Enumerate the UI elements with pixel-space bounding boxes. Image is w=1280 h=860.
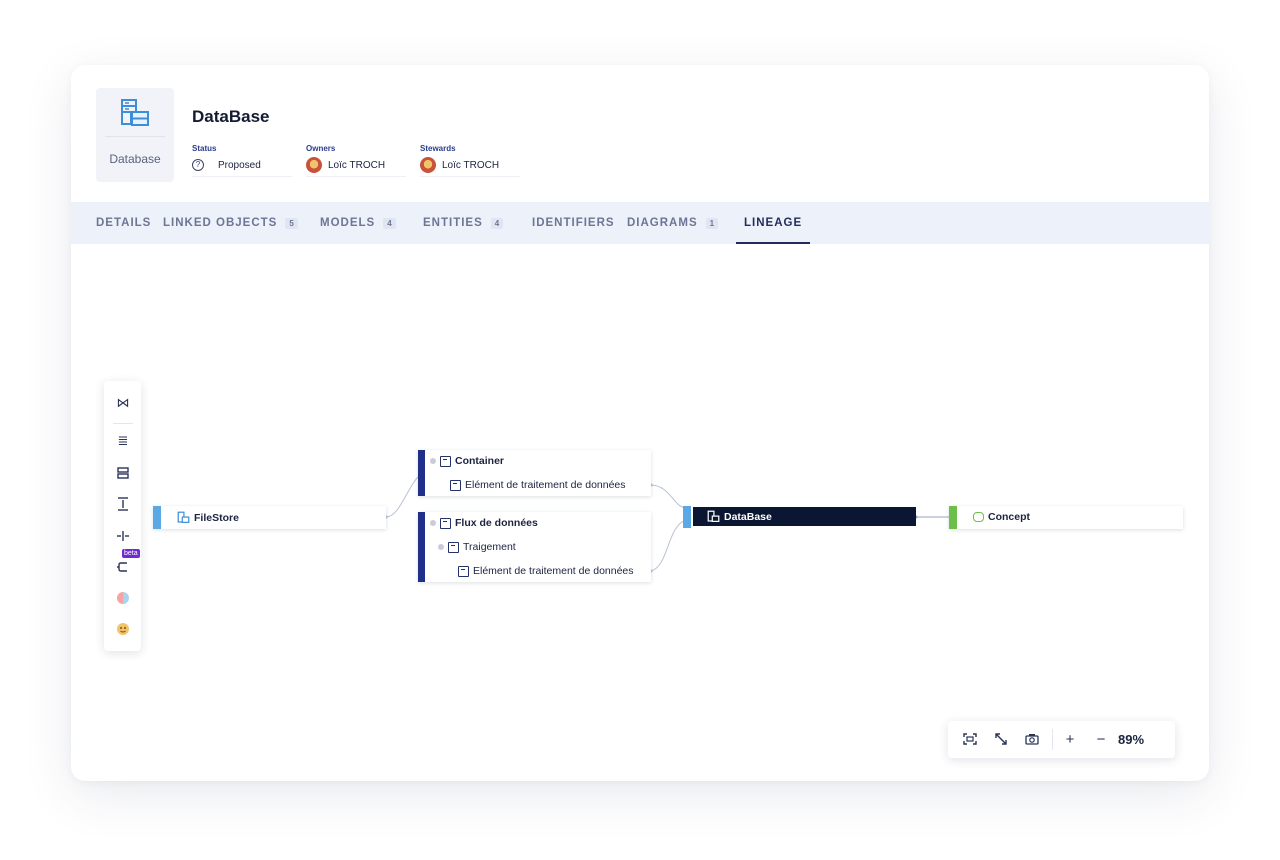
tab-label: LINKED OBJECTS [163, 217, 278, 229]
tab-count-badge: 4 [383, 217, 396, 229]
tab-count-badge: 1 [705, 217, 719, 229]
flux-child-label: Traigement [463, 541, 516, 553]
tile-divider [105, 136, 165, 137]
tab-models[interactable]: MODELS 4 [320, 202, 396, 244]
tab-identifiers[interactable]: IDENTIFIERS [532, 202, 615, 244]
stewards-field[interactable]: Stewards Loïc TROCH [420, 144, 520, 177]
lineage-node-container[interactable]: Container Elément de traitement de donné… [418, 450, 651, 496]
tab-diagrams[interactable]: DIAGRAMS 1 [627, 202, 719, 244]
tab-count-badge: 5 [285, 217, 298, 229]
lineage-toolbar: ⋈ ≣ beta [104, 381, 141, 651]
zoom-controls: + − 89% [948, 721, 1175, 758]
container-label: Container [455, 455, 505, 467]
object-type-tile: Database [96, 88, 174, 182]
owners-field[interactable]: Owners Loïc TROCH [306, 144, 406, 177]
zoom-in-icon[interactable]: + [1060, 729, 1080, 749]
beta-badge: beta [122, 549, 140, 558]
tab-label: IDENTIFIERS [532, 217, 615, 229]
tab-lineage[interactable]: LINEAGE [735, 202, 811, 244]
concept-icon [973, 512, 984, 522]
stewards-label: Stewards [420, 144, 456, 153]
lineage-node-filestore[interactable]: FileStore [153, 506, 386, 529]
compact-layout-icon[interactable] [113, 463, 133, 483]
lineage-canvas[interactable]: ⋈ ≣ beta FileStore Container Elément de … [71, 244, 1209, 781]
collapse-expand-icon[interactable]: ⋈ [113, 393, 133, 413]
steward-name: Loïc TROCH [442, 159, 500, 171]
tab-details[interactable]: DETAILS [96, 202, 151, 244]
avatar [420, 157, 436, 173]
concept-label: Concept [988, 511, 1030, 523]
filestore-label: FileStore [194, 511, 239, 524]
tab-entities[interactable]: ENTITIES 4 [423, 202, 504, 244]
owners-label: Owners [306, 144, 336, 153]
expand-dot[interactable] [438, 544, 444, 550]
expand-diagonal-icon[interactable] [991, 729, 1011, 749]
tab-label: DETAILS [96, 217, 152, 229]
dataflow-icon [440, 517, 451, 529]
lineage-node-concept[interactable]: Concept [949, 506, 1183, 529]
vertical-spacing-icon[interactable] [113, 494, 133, 514]
object-type-label: Database [109, 152, 161, 166]
filestore-icon [177, 511, 190, 523]
owner-name: Loïc TROCH [328, 159, 386, 171]
camera-icon[interactable] [1022, 729, 1042, 749]
container-child-label: Elément de traitement de données [465, 479, 626, 491]
lineage-node-flux[interactable]: Flux de données Traigement Elément de tr… [418, 512, 651, 582]
lineage-node-database[interactable]: DataBase [683, 506, 916, 528]
list-layout-icon[interactable]: ≣ [113, 431, 133, 451]
status-label: Status [192, 144, 217, 153]
database-icon [121, 99, 149, 126]
page-title: DataBase [192, 107, 270, 126]
tab-label: DIAGRAMS [627, 217, 698, 229]
expand-dot[interactable] [430, 458, 436, 464]
avatar-toggle-icon[interactable] [113, 619, 133, 639]
tab-label: ENTITIES [423, 217, 483, 229]
tab-linked-objects[interactable]: LINKED OBJECTS 5 [163, 202, 298, 244]
fit-screen-icon[interactable] [960, 729, 980, 749]
color-toggle-icon[interactable] [113, 588, 133, 608]
tab-label: MODELS [320, 217, 376, 229]
flux-label: Flux de données [455, 517, 538, 529]
horizontal-spacing-icon[interactable] [113, 526, 133, 546]
lineage-beta-icon[interactable] [113, 557, 133, 577]
container-icon [440, 455, 451, 467]
status-value: Proposed [218, 159, 261, 171]
flux-grandchild-label: Elément de traitement de données [473, 565, 634, 577]
process-element-icon [458, 565, 469, 577]
status-field[interactable]: Status ? Proposed [192, 144, 292, 177]
process-icon [448, 541, 459, 553]
database-icon [707, 510, 720, 522]
process-element-icon [450, 479, 461, 491]
zoom-out-icon[interactable]: − [1091, 729, 1111, 749]
tab-label: LINEAGE [744, 217, 803, 229]
zoom-level: 89% [1118, 732, 1145, 747]
database-label: DataBase [724, 510, 772, 523]
tab-count-badge: 4 [490, 217, 504, 229]
avatar [306, 157, 322, 173]
object-card: Database DataBase Status ? Proposed Owne… [71, 65, 1209, 781]
tab-bar: DETAILS LINKED OBJECTS 5 MODELS 4 ENTITI… [71, 202, 1209, 244]
expand-dot[interactable] [430, 520, 436, 526]
zoom-divider [1052, 729, 1053, 750]
question-icon: ? [192, 159, 204, 171]
